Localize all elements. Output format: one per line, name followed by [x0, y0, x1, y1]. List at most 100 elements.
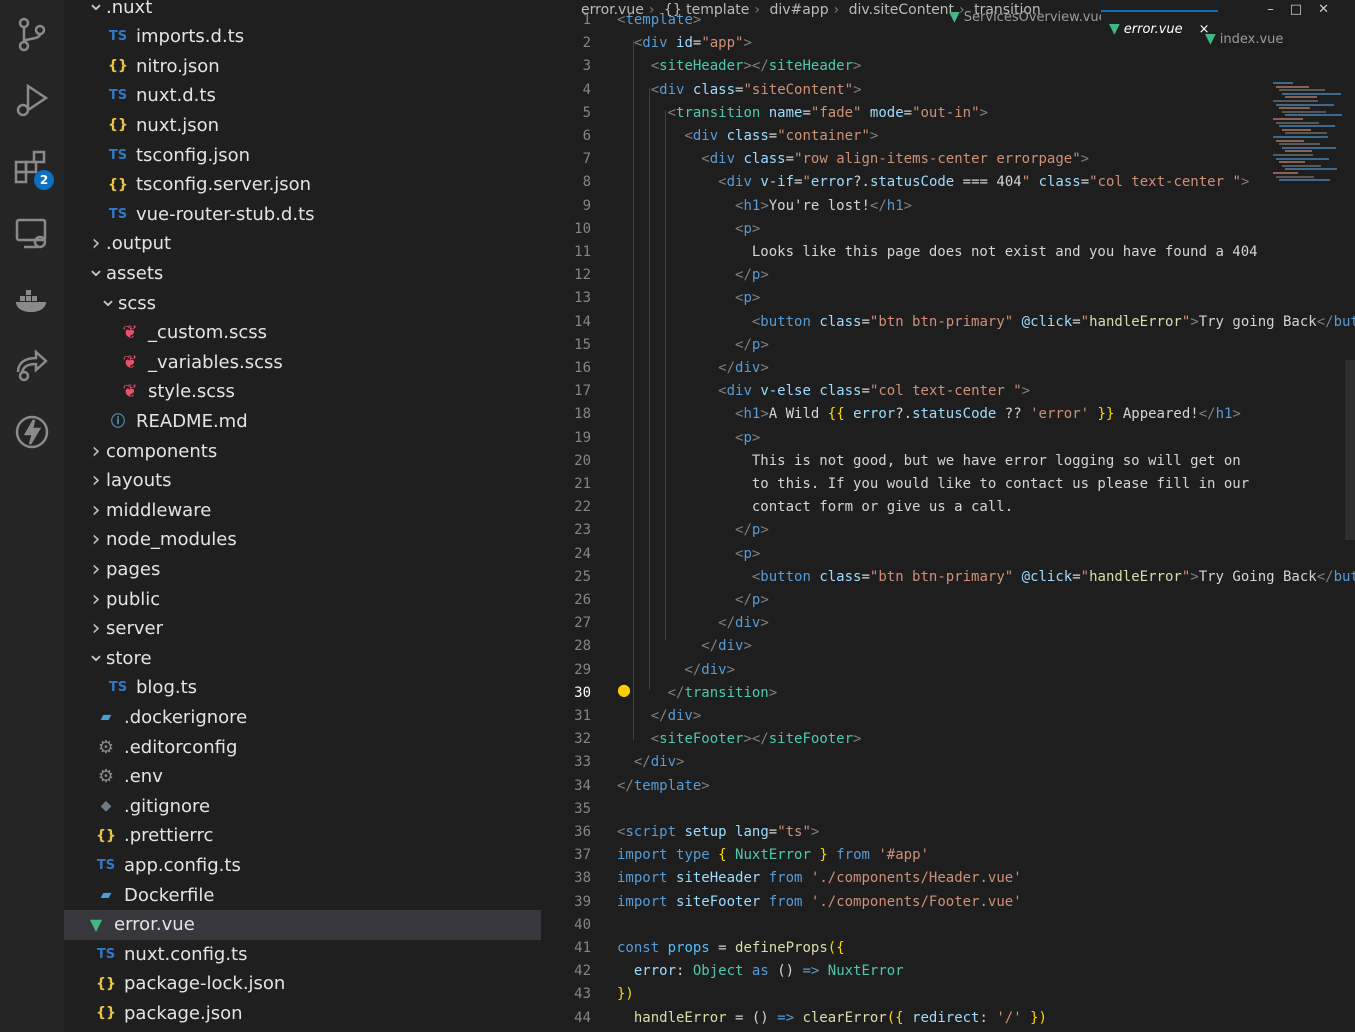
code-line[interactable]: </p>	[617, 592, 769, 608]
code-line[interactable]: </div>	[617, 638, 752, 654]
code-line[interactable]: <script setup lang="ts">	[617, 824, 819, 840]
explorer-item[interactable]: ▼ error.vue	[64, 909, 541, 940]
code-line[interactable]: <transition name="fade" mode="out-in">	[617, 105, 988, 121]
explorer-item[interactable]: TS imports.d.ts	[106, 22, 244, 52]
close-window-icon[interactable]: ✕	[1318, 2, 1345, 17]
code-line[interactable]: </div>	[617, 662, 735, 678]
explorer-item[interactable]: {} package-lock.json	[94, 969, 285, 999]
explorer-item[interactable]: › .output	[86, 229, 172, 259]
explorer-item[interactable]: {} tsconfig.server.json	[106, 170, 311, 200]
breadcrumb-item[interactable]: div#app	[769, 2, 828, 18]
explorer-item[interactable]: ⌄ assets	[86, 257, 164, 288]
code-line[interactable]: <button class="btn btn-primary" @click="…	[617, 314, 1355, 330]
explorer-item[interactable]: › middleware	[86, 495, 212, 525]
scrollbar-thumb[interactable]	[1345, 360, 1355, 540]
code-line[interactable]: contact form or give us a call.	[617, 499, 1013, 515]
code-line[interactable]: import siteHeader from './components/Hea…	[617, 870, 1022, 886]
explorer-item[interactable]: ▰ .dockerignore	[94, 702, 248, 732]
remote-explorer-icon[interactable]	[12, 214, 52, 254]
code-line[interactable]: <div v-if="error?.statusCode === 404" cl…	[617, 174, 1249, 190]
code-line[interactable]: <siteFooter></siteFooter>	[617, 731, 862, 747]
minimap[interactable]	[1269, 82, 1345, 192]
code-line[interactable]: </div>	[617, 708, 702, 724]
explorer-item[interactable]: › components	[86, 436, 218, 466]
code-line[interactable]: </p>	[617, 267, 769, 283]
explorer-item[interactable]: TS nuxt.config.ts	[94, 939, 248, 969]
explorer-item[interactable]: ▰ Dockerfile	[94, 880, 215, 910]
explorer-item[interactable]: TS blog.ts	[106, 673, 197, 703]
maximize-icon[interactable]: □	[1290, 2, 1318, 17]
code-line[interactable]: <div class="siteContent">	[617, 82, 862, 98]
window-controls[interactable]: –□✕	[1267, 2, 1345, 17]
explorer-item[interactable]: ❦ _variables.scss	[118, 347, 282, 377]
explorer-item[interactable]: › public	[86, 584, 161, 614]
explorer-item[interactable]: › layouts	[86, 466, 172, 496]
code-line[interactable]: </div>	[617, 754, 685, 770]
explorer-item[interactable]: ⌄ scss	[98, 287, 156, 318]
explorer-item[interactable]: TS tsconfig.json	[106, 140, 250, 170]
thunder-icon[interactable]	[12, 412, 52, 452]
explorer-item[interactable]: {} nuxt.json	[106, 110, 219, 140]
code-editor[interactable]: error.vue › {} template › div#app › div.sit…	[541, 0, 1355, 1032]
explorer-item[interactable]: TS nuxt.d.ts	[106, 81, 216, 111]
run-debug-icon[interactable]	[12, 80, 52, 120]
explorer-item[interactable]: ❦ style.scss	[118, 377, 234, 407]
extensions-icon[interactable]: 2	[12, 148, 54, 190]
explorer-item[interactable]: ◆ .gitignore	[94, 791, 211, 821]
explorer-item[interactable]: {} package.json	[94, 998, 242, 1028]
minimize-icon[interactable]: –	[1267, 2, 1290, 17]
code-line[interactable]: error: Object as () => NuxtError	[617, 963, 904, 979]
breadcrumb-item[interactable]: div.siteContent	[849, 2, 954, 18]
explorer-item[interactable]: ⚙ .editorconfig	[94, 732, 237, 762]
code-line[interactable]: </p>	[617, 522, 769, 538]
explorer-item[interactable]: › node_modules	[86, 525, 237, 555]
code-line[interactable]: import siteFooter from './components/Foo…	[617, 894, 1022, 910]
code-line[interactable]: </transition>	[617, 685, 778, 701]
explorer-item[interactable]: › pages	[86, 554, 161, 584]
code-line[interactable]: })	[617, 986, 634, 1002]
code-line[interactable]: <h1>A Wild {{ error?.statusCode ?? 'erro…	[617, 406, 1241, 422]
code-line[interactable]: <siteHeader></siteHeader>	[617, 58, 862, 74]
code-line[interactable]: <div v-else class="col text-center ">	[617, 383, 1030, 399]
code-token: >	[743, 35, 752, 52]
code-line[interactable]: Looks like this page does not exist and …	[617, 244, 1258, 260]
code-token: :	[676, 963, 693, 980]
explorer-item[interactable]: ⓘ README.md	[106, 406, 248, 436]
code-line[interactable]: <div id="app">	[617, 35, 752, 51]
docker-icon[interactable]	[12, 280, 52, 320]
code-line[interactable]: <h1>You're lost!</h1>	[617, 198, 912, 214]
tab-index-vue[interactable]: ▼ index.vue	[1197, 22, 1291, 56]
code-line[interactable]: import type { NuxtError } from '#app'	[617, 847, 929, 863]
explorer-item[interactable]: ⌄ store	[86, 642, 152, 673]
code-line[interactable]: <p>	[617, 290, 760, 306]
code-line[interactable]: <div class="container">	[617, 128, 878, 144]
lightbulb-icon[interactable]: ●	[617, 680, 631, 699]
code-line[interactable]: </div>	[617, 615, 769, 631]
code-line[interactable]: <template>	[617, 12, 701, 28]
code-line[interactable]: </div>	[617, 360, 769, 376]
explorer-item[interactable]: ⚙ .env	[94, 762, 163, 792]
code-line[interactable]: <div class="row align-items-center error…	[617, 151, 1089, 167]
code-line[interactable]: <p>	[617, 546, 760, 562]
explorer-item[interactable]: ❦ _custom.scss	[118, 318, 267, 348]
code-line[interactable]: </template>	[617, 778, 710, 794]
code-line[interactable]: const props = defineProps({	[617, 940, 845, 956]
code-line[interactable]: <p>	[617, 430, 760, 446]
source-control-icon[interactable]	[12, 14, 52, 54]
explorer-item[interactable]: TS app.config.ts	[94, 850, 241, 880]
explorer-item[interactable]: TS vue-router-stub.d.ts	[106, 199, 315, 229]
code-line[interactable]: handleError = () => clearError({ redirec…	[617, 1010, 1047, 1026]
explorer-item[interactable]: {} .prettierrc	[94, 821, 213, 851]
code-line[interactable]: <p>	[617, 221, 760, 237]
explorer-item[interactable]: ⌄ .nuxt	[86, 0, 152, 22]
explorer-item[interactable]: › server	[86, 614, 163, 644]
explorer-item[interactable]: {} nitro.json	[106, 51, 220, 81]
tab-services-overview[interactable]: ▼ ServicesOverview.vue	[941, 0, 1115, 34]
code-line[interactable]: <button class="btn btn-primary" @click="…	[617, 569, 1355, 585]
code-line[interactable]: to this. If you would like to contact us…	[617, 476, 1249, 492]
code-line[interactable]: This is not good, but we have error logg…	[617, 453, 1241, 469]
line-number: 40	[574, 916, 591, 933]
code-line[interactable]: </p>	[617, 337, 769, 353]
live-share-icon[interactable]	[12, 346, 52, 386]
